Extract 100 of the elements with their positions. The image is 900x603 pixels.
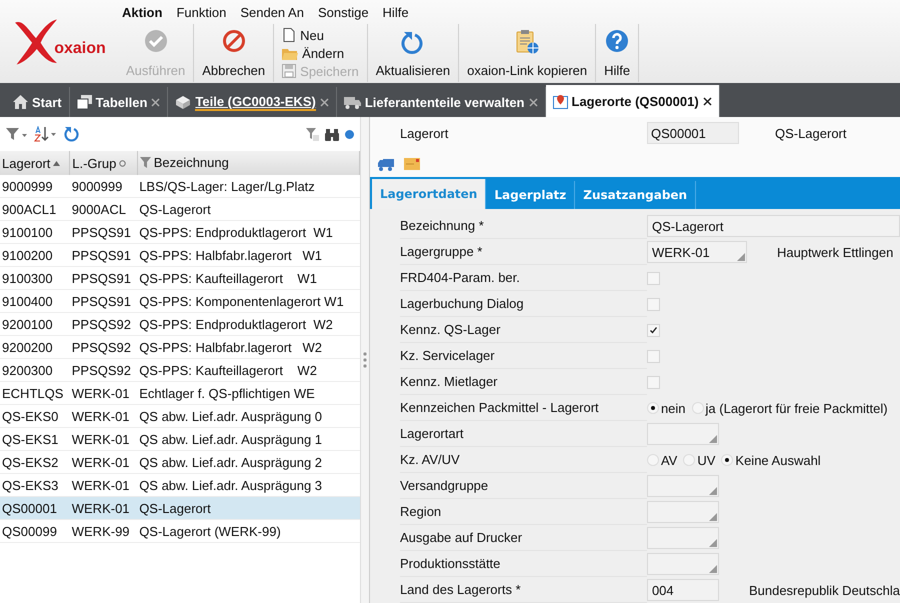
- radio-button[interactable]: [683, 454, 696, 466]
- text-field[interactable]: 004: [646, 579, 719, 601]
- dropdown-corner-icon[interactable]: [708, 487, 717, 495]
- radio-button[interactable]: [646, 402, 659, 414]
- table-cell: QS-PPS: Halbfabr.lagerort W1: [137, 244, 360, 266]
- filter-icon[interactable]: [6, 127, 28, 141]
- refresh-icon[interactable]: [64, 126, 80, 142]
- menu-item[interactable]: Sonstige: [318, 4, 369, 20]
- check-icon: [144, 29, 168, 53]
- truck-icon[interactable]: [378, 158, 394, 171]
- field-description: Hauptwerk Ettlingen: [776, 244, 894, 260]
- radio-button[interactable]: [646, 454, 659, 466]
- help-icon: [605, 29, 630, 53]
- table-cell: 9000ACL: [70, 198, 138, 220]
- dropdown-corner-icon[interactable]: [708, 565, 717, 573]
- table-cell: QS abw. Lief.adr. Ausprägung 2: [137, 450, 360, 474]
- table-cell: WERK-01: [70, 382, 138, 404]
- table-cell: QS-EKS1: [0, 428, 70, 450]
- combo-field[interactable]: [646, 553, 719, 575]
- table-cell: PPSQS92: [70, 358, 138, 382]
- column-header[interactable]: Lagerort: [0, 151, 70, 175]
- radio-button[interactable]: [721, 454, 734, 466]
- field-description: QS-Lagerort: [774, 126, 846, 141]
- field-label: Produktionsstätte: [400, 551, 647, 577]
- table-cell: PPSQS92: [70, 312, 138, 336]
- menu-item[interactable]: Aktion: [122, 4, 162, 20]
- toolbar-button[interactable]: oxaion-Link kopieren: [459, 24, 596, 82]
- menu-item[interactable]: Funktion: [176, 4, 226, 20]
- map-pin-icon: [552, 94, 568, 108]
- table-cell: 9200100: [0, 312, 70, 336]
- checkbox[interactable]: [646, 376, 660, 388]
- table-cell: QS-PPS: Endproduktlagerort W2: [137, 312, 360, 336]
- column-header[interactable]: L.-Grup: [70, 151, 138, 175]
- toolbar-button[interactable]: Ändern: [282, 44, 359, 62]
- checkbox[interactable]: [646, 350, 660, 362]
- table-cell: QS00099: [0, 520, 70, 542]
- field-label: Kennz. QS-Lager: [400, 317, 647, 343]
- envelope-icon[interactable]: [404, 158, 420, 170]
- splitter-handle-icon[interactable]: [362, 352, 367, 368]
- combo-field[interactable]: [646, 527, 719, 549]
- checkbox[interactable]: [646, 324, 660, 336]
- table-cell: QS-EKS0: [0, 404, 70, 428]
- combo-field[interactable]: WERK-01: [646, 241, 747, 263]
- field-label: FRD404-Param. ber.: [400, 265, 647, 291]
- circle-icon: [119, 160, 126, 166]
- menu-item[interactable]: Senden An: [240, 4, 304, 20]
- field-label: Kz. Servicelager: [400, 343, 647, 369]
- table-cell: 9100400: [0, 290, 70, 312]
- table-cell: 900ACL1: [0, 198, 70, 220]
- readonly-field: QS00001: [646, 122, 739, 144]
- table-cell: QS-PPS: Kaufteillagerort W2: [137, 358, 360, 382]
- radio-button[interactable]: [692, 402, 704, 414]
- table-cell: WERK-01: [70, 450, 138, 474]
- field-label: Ausgabe auf Drucker: [400, 525, 647, 551]
- sort-icon[interactable]: [34, 126, 58, 142]
- table-cell: LBS/QS-Lager: Lager/Lg.Platz: [137, 175, 360, 198]
- document-icon: [282, 28, 296, 42]
- table-cell: QS-EKS2: [0, 450, 70, 474]
- text-field[interactable]: QS-Lagerort: [646, 215, 900, 237]
- table-cell: WERK-01: [70, 428, 138, 450]
- combo-field[interactable]: [646, 423, 719, 445]
- table-cell: ECHTLQS: [0, 382, 70, 404]
- close-icon[interactable]: [702, 96, 712, 106]
- table-cell: PPSQS91: [70, 244, 138, 266]
- checkbox[interactable]: [646, 272, 660, 284]
- field-label: Lagerortart: [400, 421, 647, 447]
- dropdown-corner-icon[interactable]: [708, 539, 717, 547]
- toolbar-button[interactable]: Abbrechen: [194, 24, 274, 82]
- cancel-icon: [222, 29, 246, 53]
- radio-label: Keine Auswahl: [735, 452, 821, 468]
- radio-label: UV: [697, 452, 716, 468]
- combo-field[interactable]: [646, 501, 719, 523]
- table-cell: PPSQS91: [70, 220, 138, 244]
- combo-field[interactable]: [646, 475, 719, 497]
- table-cell: QS-PPS: Komponentenlagerort W1: [137, 290, 360, 312]
- table-cell: WERK-01: [70, 404, 138, 428]
- column-header[interactable]: Bezeichnung: [137, 151, 360, 175]
- table-cell: QS00001: [0, 496, 70, 520]
- dropdown-corner-icon[interactable]: [708, 435, 717, 443]
- checkbox[interactable]: [646, 298, 660, 310]
- binoculars-icon[interactable]: [325, 128, 339, 140]
- menu-item[interactable]: Hilfe: [382, 4, 409, 20]
- field-label: Lagerort: [400, 126, 450, 141]
- dropdown-corner-icon[interactable]: [708, 513, 717, 521]
- home-icon: [13, 95, 28, 109]
- check-icon: [648, 326, 658, 334]
- table-cell: 9100300: [0, 266, 70, 290]
- field-label: Kz. AV/UV: [400, 447, 647, 473]
- field-label: Lagerbuchung Dialog: [400, 291, 647, 317]
- table-cell: PPSQS92: [70, 336, 138, 358]
- field-description: Bundesrepublik Deutschla: [748, 582, 900, 598]
- dropdown-corner-icon[interactable]: [736, 253, 745, 261]
- logo-text: oxaion: [54, 40, 106, 58]
- toolbar-button[interactable]: Hilfe: [596, 24, 640, 82]
- table-cell: 9000999: [70, 175, 138, 198]
- toolbar-button[interactable]: Aktualisieren: [368, 24, 460, 82]
- toolbar-button[interactable]: Neu: [282, 26, 359, 44]
- status-dot-icon: [345, 130, 354, 138]
- filter-check-icon[interactable]: [306, 128, 319, 140]
- tab[interactable]: Lagerorte (QS00001): [546, 85, 720, 117]
